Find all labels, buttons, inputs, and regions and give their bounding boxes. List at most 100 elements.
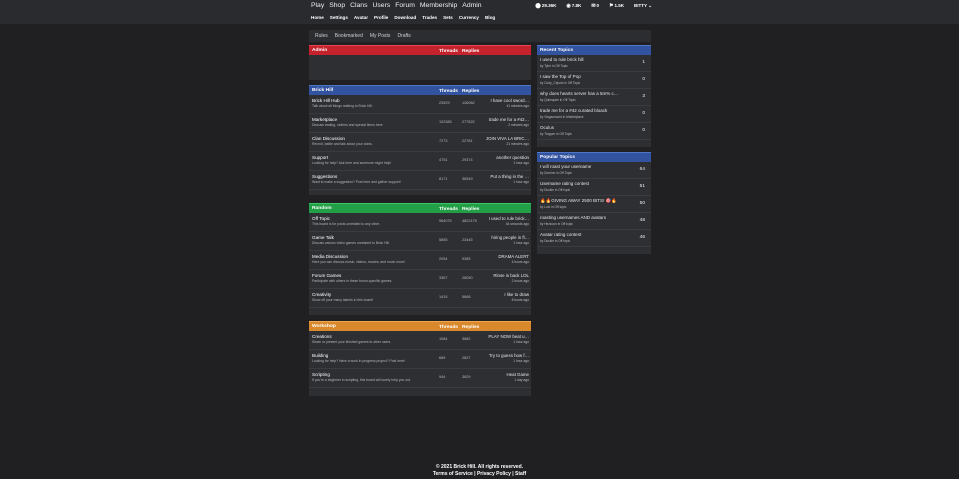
subnav-currency[interactable]: Currency [459,15,479,20]
reply-count: 3682 [462,337,471,341]
topic-title[interactable]: roasting usernames AND avatars [540,215,636,220]
board-row[interactable]: Media Discussion Here you can discuss mus… [309,251,531,270]
tab-bookmarked[interactable]: Bookmarked [335,33,363,39]
subnav-blog[interactable]: Blog [485,15,495,20]
board-name[interactable]: Creativity [312,292,331,297]
board-name[interactable]: Suggestions [312,174,337,179]
notifications-stat[interactable]: ⚑1.5K [609,3,624,9]
nav-users[interactable]: Users [373,2,391,9]
footer-links[interactable]: Terms of Service | Privacy Policy | Staf… [0,471,959,478]
subnav-home[interactable]: Home [311,15,324,20]
board-row[interactable]: Creations Share or present your finished … [309,331,531,350]
topic-title[interactable]: Username rating contest [540,181,636,186]
board-row[interactable]: Scripting If you're a beginner in scripti… [309,369,531,388]
board-row[interactable]: Support Looking for help? Ask here and so… [309,152,531,171]
topic-row[interactable]: why does hearts server has a 5m% c… by Qu… [537,89,651,106]
topic-row[interactable]: I saw the Top of Pop by Cody_Cejudo in Of… [537,72,651,89]
board-description: Here you can discuss music, videos, movi… [312,259,405,264]
user-menu[interactable]: BITTY ⌄ [634,3,652,9]
topic-title[interactable]: I will roast your username [540,164,636,169]
topic-row[interactable]: Avatar rating contest by Duckie in Off to… [537,230,651,247]
last-post-time: 2 minutes ago [508,123,529,127]
last-post-time: 41 minutes ago [506,104,529,108]
topic-title[interactable]: I saw the Top of Pop [540,74,636,79]
board-name[interactable]: Game Talk [312,235,334,240]
last-post-title[interactable]: Rinse is back LOL [484,273,529,278]
board-name[interactable]: Creations [312,334,332,339]
board-row[interactable]: Brick Hill Hub Talk about all things rela… [309,95,531,114]
board-description: Discuss various video games unrelated to… [312,240,390,245]
bits-stat[interactable]: ◉7.8K [566,3,581,9]
topic-reply-count: 1 [642,60,645,65]
topic-row[interactable]: trade me for a #42 curated bloack by Viag… [537,106,651,123]
topic-author: by Cody_Cejudo in Off Topic [540,81,581,85]
last-post-title[interactable]: JOIN VIVA LA BRIC… [484,136,529,141]
last-post-title[interactable]: another question [484,155,529,160]
board-name[interactable]: Media Discussion [312,254,348,259]
board-name[interactable]: Support [312,155,328,160]
last-post-title[interactable]: hiring people in fl… [484,235,529,240]
topic-reply-count: 51 [639,184,645,189]
topic-row[interactable]: Oculus by Trapper in Off Topic 0 [537,123,651,140]
topic-title[interactable]: Oculus [540,125,636,130]
topic-author: by Lolo in Off topic [540,205,567,209]
subnav-trades[interactable]: Trades [422,15,437,20]
currency-icon: ◉ [566,3,571,9]
board-name[interactable]: Building [312,353,328,358]
topic-title[interactable]: 🔥🔥GIVING AWAY 2500 BITS! 🎯🔥 [540,198,636,204]
board-row[interactable]: Marketplace Discuss trading, clothes and … [309,114,531,133]
tab-my-posts[interactable]: My Posts [370,33,391,39]
nav-play[interactable]: Play [311,2,324,9]
messages-stat[interactable]: ✉0 [591,3,599,9]
bucks-stat[interactable]: ⬤29.36K [535,3,556,9]
last-post-title[interactable]: Heat Game [484,372,529,377]
board-row[interactable]: Off Topic This board is for posts unrelat… [309,213,531,232]
topic-title[interactable]: why does hearts server has a 5m% c… [540,91,636,96]
recent-topics-panel: Recent Topics I used to rule brick hill b… [537,45,651,147]
subnav-settings[interactable]: Settings [330,15,348,20]
topic-title[interactable]: I used to rule brick hill [540,57,636,62]
topic-row[interactable]: I used to rule brick hill by Tyler in Off… [537,55,651,72]
topic-title[interactable]: trade me for a #42 curated bloack [540,108,636,113]
last-post-title[interactable]: I like to draw [484,292,529,297]
subnav-download[interactable]: Download [394,15,416,20]
subnav-profile[interactable]: Profile [374,15,388,20]
last-post-title[interactable]: Try to guess how f… [484,353,529,358]
board-row[interactable]: Clan Discussion Recruit, battle and talk … [309,133,531,152]
last-post-title[interactable]: DRAMA ALERT [484,254,529,259]
nav-admin[interactable]: Admin [462,2,481,9]
topic-row[interactable]: Username rating contest by Duckie in Off … [537,179,651,196]
last-post-title[interactable]: I have cool sword… [484,98,529,103]
last-post-title[interactable]: trade me for a #42… [484,117,529,122]
topic-title[interactable]: Avatar rating contest [540,232,636,237]
notification-icon: ⚑ [609,3,614,9]
board-row[interactable]: Suggestions Want to make a suggestion? Po… [309,171,531,190]
board-name[interactable]: Marketplace [312,117,337,122]
topic-row[interactable]: I will roast your username by Domino in O… [537,162,651,179]
board-description: Share or present your finished games to … [312,339,392,344]
tab-rules[interactable]: Rules [315,33,328,39]
board-row[interactable]: Game Talk Discuss various video games unr… [309,232,531,251]
subnav-avatar[interactable]: Avatar [354,15,368,20]
nav-forum[interactable]: Forum [395,2,415,9]
topic-row[interactable]: 🔥🔥GIVING AWAY 2500 BITS! 🎯🔥 by Lolo in Of… [537,196,651,213]
subnav-sets[interactable]: Sets [443,15,453,20]
nav-clans[interactable]: Clans [350,2,367,9]
board-name[interactable]: Scripting [312,372,330,377]
tab-drafts[interactable]: Drafts [397,33,410,39]
board-row[interactable]: Creativity Show off your many talents in … [309,289,531,308]
board-row[interactable]: Forum Games Participate with others in th… [309,270,531,289]
thread-count: 964075 [439,219,452,223]
board-name[interactable]: Off Topic [312,216,330,221]
last-post-title[interactable]: I used to rule brick… [484,216,529,221]
board-name[interactable]: Brick Hill Hub [312,98,340,103]
board-row[interactable]: Building Looking for help? Have a work in… [309,350,531,369]
last-post-title[interactable]: Put a thing in the … [484,174,529,179]
nav-membership[interactable]: Membership [420,2,457,9]
topic-row[interactable]: roasting usernames AND avatars by Hezzoon… [537,213,651,230]
thread-count: 23529 [439,101,450,105]
board-name[interactable]: Forum Games [312,273,341,278]
board-name[interactable]: Clan Discussion [312,136,345,141]
nav-shop[interactable]: Shop [329,2,345,9]
last-post-title[interactable]: PLAY NOW beat u… [484,334,529,339]
